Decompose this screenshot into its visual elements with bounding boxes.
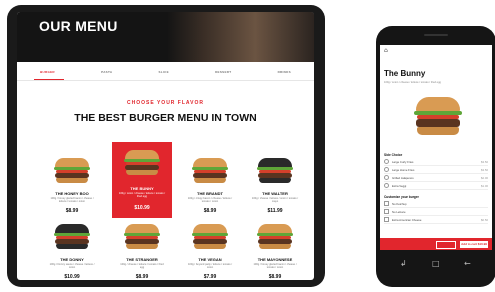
menu-item-description: 100g / beyond patty / lettuce / tomato /… <box>187 263 233 270</box>
burger-image <box>257 224 293 250</box>
tab-drinks[interactable]: DRINKS <box>278 70 291 74</box>
tab-slice[interactable]: SLICE <box>159 70 169 74</box>
menu-item-description: 100g / honey glazed bacon / cheese / tom… <box>253 263 297 270</box>
checkbox-icon[interactable] <box>384 217 389 222</box>
burger-image <box>192 158 228 184</box>
quantity-stepper[interactable] <box>436 241 456 249</box>
phone-speaker <box>424 34 448 36</box>
burger-image <box>257 158 293 184</box>
option-label: Extra American Cheese <box>392 217 422 222</box>
checkbox-icon[interactable] <box>384 201 389 206</box>
menu-item-price: $7.99 <box>203 274 217 280</box>
side-option[interactable]: Grilled Jalapenos $2.00 <box>384 174 488 182</box>
custom-option[interactable]: No Lettuce <box>384 208 488 216</box>
option-label: No Ketchup <box>392 201 407 206</box>
burger-image <box>414 97 462 137</box>
option-price: $1.00 <box>481 183 488 188</box>
menu-item-name: THE DONNY <box>60 257 84 262</box>
option-label: No Lettuce <box>392 209 406 214</box>
nav-recent-icon[interactable]: ← <box>464 259 471 268</box>
option-price: $0.50 <box>481 217 488 222</box>
menu-item-card[interactable]: THE VEGAN 100g / beyond patty / lettuce … <box>180 218 240 280</box>
page-title: OUR MENU <box>39 18 118 34</box>
menu-item-name: THE BRANDT <box>197 191 223 196</box>
menu-item-name: THE BUNNY <box>130 186 154 191</box>
menu-item-name: THE MAYONNESE <box>257 257 293 262</box>
radio-icon[interactable] <box>384 183 389 188</box>
radio-icon[interactable] <box>384 159 389 164</box>
menu-item-card[interactable]: THE BRANDT 100g / crispy bacon / cheese … <box>180 152 240 218</box>
option-price: $2.00 <box>481 175 488 180</box>
menu-item-price: $8.99 <box>65 208 79 214</box>
hero-banner: OUR MENU <box>17 12 314 62</box>
menu-item-name: THE VEGAN <box>198 257 222 262</box>
side-option[interactable]: Large Home Fries $3.50 <box>384 166 488 174</box>
menu-item-description: 100g / cheese / lettuce / onion / tomato… <box>251 197 299 204</box>
section-headline: THE BEST BURGER MENU IN TOWN <box>74 112 257 124</box>
menu-item-name: THE HONEY BOO <box>55 191 89 196</box>
menu-item-card[interactable]: THE HONEY BOO 100g / honey glazed bacon … <box>42 152 102 218</box>
menu-item-card[interactable]: THE WALTER 100g / cheese / lettuce / oni… <box>245 152 305 218</box>
radio-icon[interactable] <box>384 167 389 172</box>
item-title: The Bunny <box>384 69 426 78</box>
option-label: Grilled Jalapenos <box>392 175 414 180</box>
radio-icon[interactable] <box>384 175 389 180</box>
option-label: Large Curly Fries <box>392 159 414 164</box>
option-label: Large Home Fries <box>392 167 415 172</box>
burger-image <box>54 224 90 250</box>
phone-screen: ⌂ The Bunny 100g / onion / cheese / lett… <box>380 45 492 250</box>
tablet-device: OUR MENU BURGER PASTA SLICE DESSERT DRIN… <box>7 5 325 287</box>
custom-option[interactable]: Extra American Cheese $0.50 <box>384 216 488 224</box>
menu-item-description: 100g / onion / cheese / lettuce / tomato… <box>118 192 166 199</box>
menu-item-price: $10.99 <box>64 274 80 280</box>
side-option[interactable]: Large Curly Fries $3.50 <box>384 158 488 166</box>
menu-item-description: 100g / honey glazed bacon / cheese / let… <box>50 197 94 204</box>
nav-home-icon[interactable]: □ <box>432 259 440 268</box>
tab-pasta[interactable]: PASTA <box>101 70 112 74</box>
option-price: $3.50 <box>481 159 488 164</box>
menu-item-price: $8.99 <box>135 274 149 280</box>
tab-burger[interactable]: BURGER <box>40 70 55 74</box>
nav-back-icon[interactable]: ↲ <box>400 259 407 268</box>
menu-item-card[interactable]: THE STRANGER 100g / cheese / lettuce / t… <box>112 218 172 280</box>
phone-device: ⌂ The Bunny 100g / onion / cheese / lett… <box>376 26 495 287</box>
menu-item-card[interactable]: THE MAYONNESE 100g / honey glazed bacon … <box>245 218 305 280</box>
menu-item-price: $8.99 <box>203 208 217 214</box>
option-label: Extra Veggi <box>392 183 407 188</box>
menu-item-card[interactable]: THE DONNY 100g / Donny sauce / cheese / … <box>42 218 102 280</box>
menu-item-name: THE STRANGER <box>126 257 158 262</box>
menu-item-card-selected[interactable]: THE BUNNY 100g / onion / cheese / lettuc… <box>112 142 172 218</box>
customize-heading: Customize your burger <box>384 195 419 199</box>
menu-item-description: 100g / Donny sauce / cheese / lettuce / … <box>49 263 95 270</box>
burger-image <box>54 158 90 184</box>
menu-item-description: 100g / crispy bacon / cheese / lettuce /… <box>187 197 233 204</box>
active-tab-indicator <box>34 79 64 80</box>
menu-item-price: $8.99 <box>268 274 282 280</box>
menu-item-price: $10.99 <box>134 205 150 211</box>
checkbox-icon[interactable] <box>384 209 389 214</box>
section-kicker: CHOOSE YOUR FLAVOR <box>127 100 204 106</box>
side-option[interactable]: Extra Veggi $1.00 <box>384 182 488 190</box>
custom-option[interactable]: No Ketchup <box>384 200 488 208</box>
option-price: $3.50 <box>481 167 488 172</box>
tab-dessert[interactable]: DESSERT <box>215 70 231 74</box>
add-to-cart-button[interactable]: Add to cart $10.99 <box>460 241 488 248</box>
back-icon[interactable]: ⌂ <box>384 47 388 54</box>
item-description: 100g / onion / cheese / lettuce / tomato… <box>384 81 441 84</box>
menu-item-name: THE WALTER <box>262 191 288 196</box>
hero-burger-photo <box>167 12 314 62</box>
burger-image <box>124 224 160 250</box>
menu-item-price: $11.99 <box>267 208 283 214</box>
menu-item-description: 100g / cheese / lettuce / tomato / fried… <box>120 263 164 270</box>
burger-image <box>124 150 160 176</box>
side-choice-heading: Side Choice <box>384 153 403 157</box>
tablet-screen: OUR MENU BURGER PASTA SLICE DESSERT DRIN… <box>17 12 314 280</box>
burger-image <box>192 224 228 250</box>
